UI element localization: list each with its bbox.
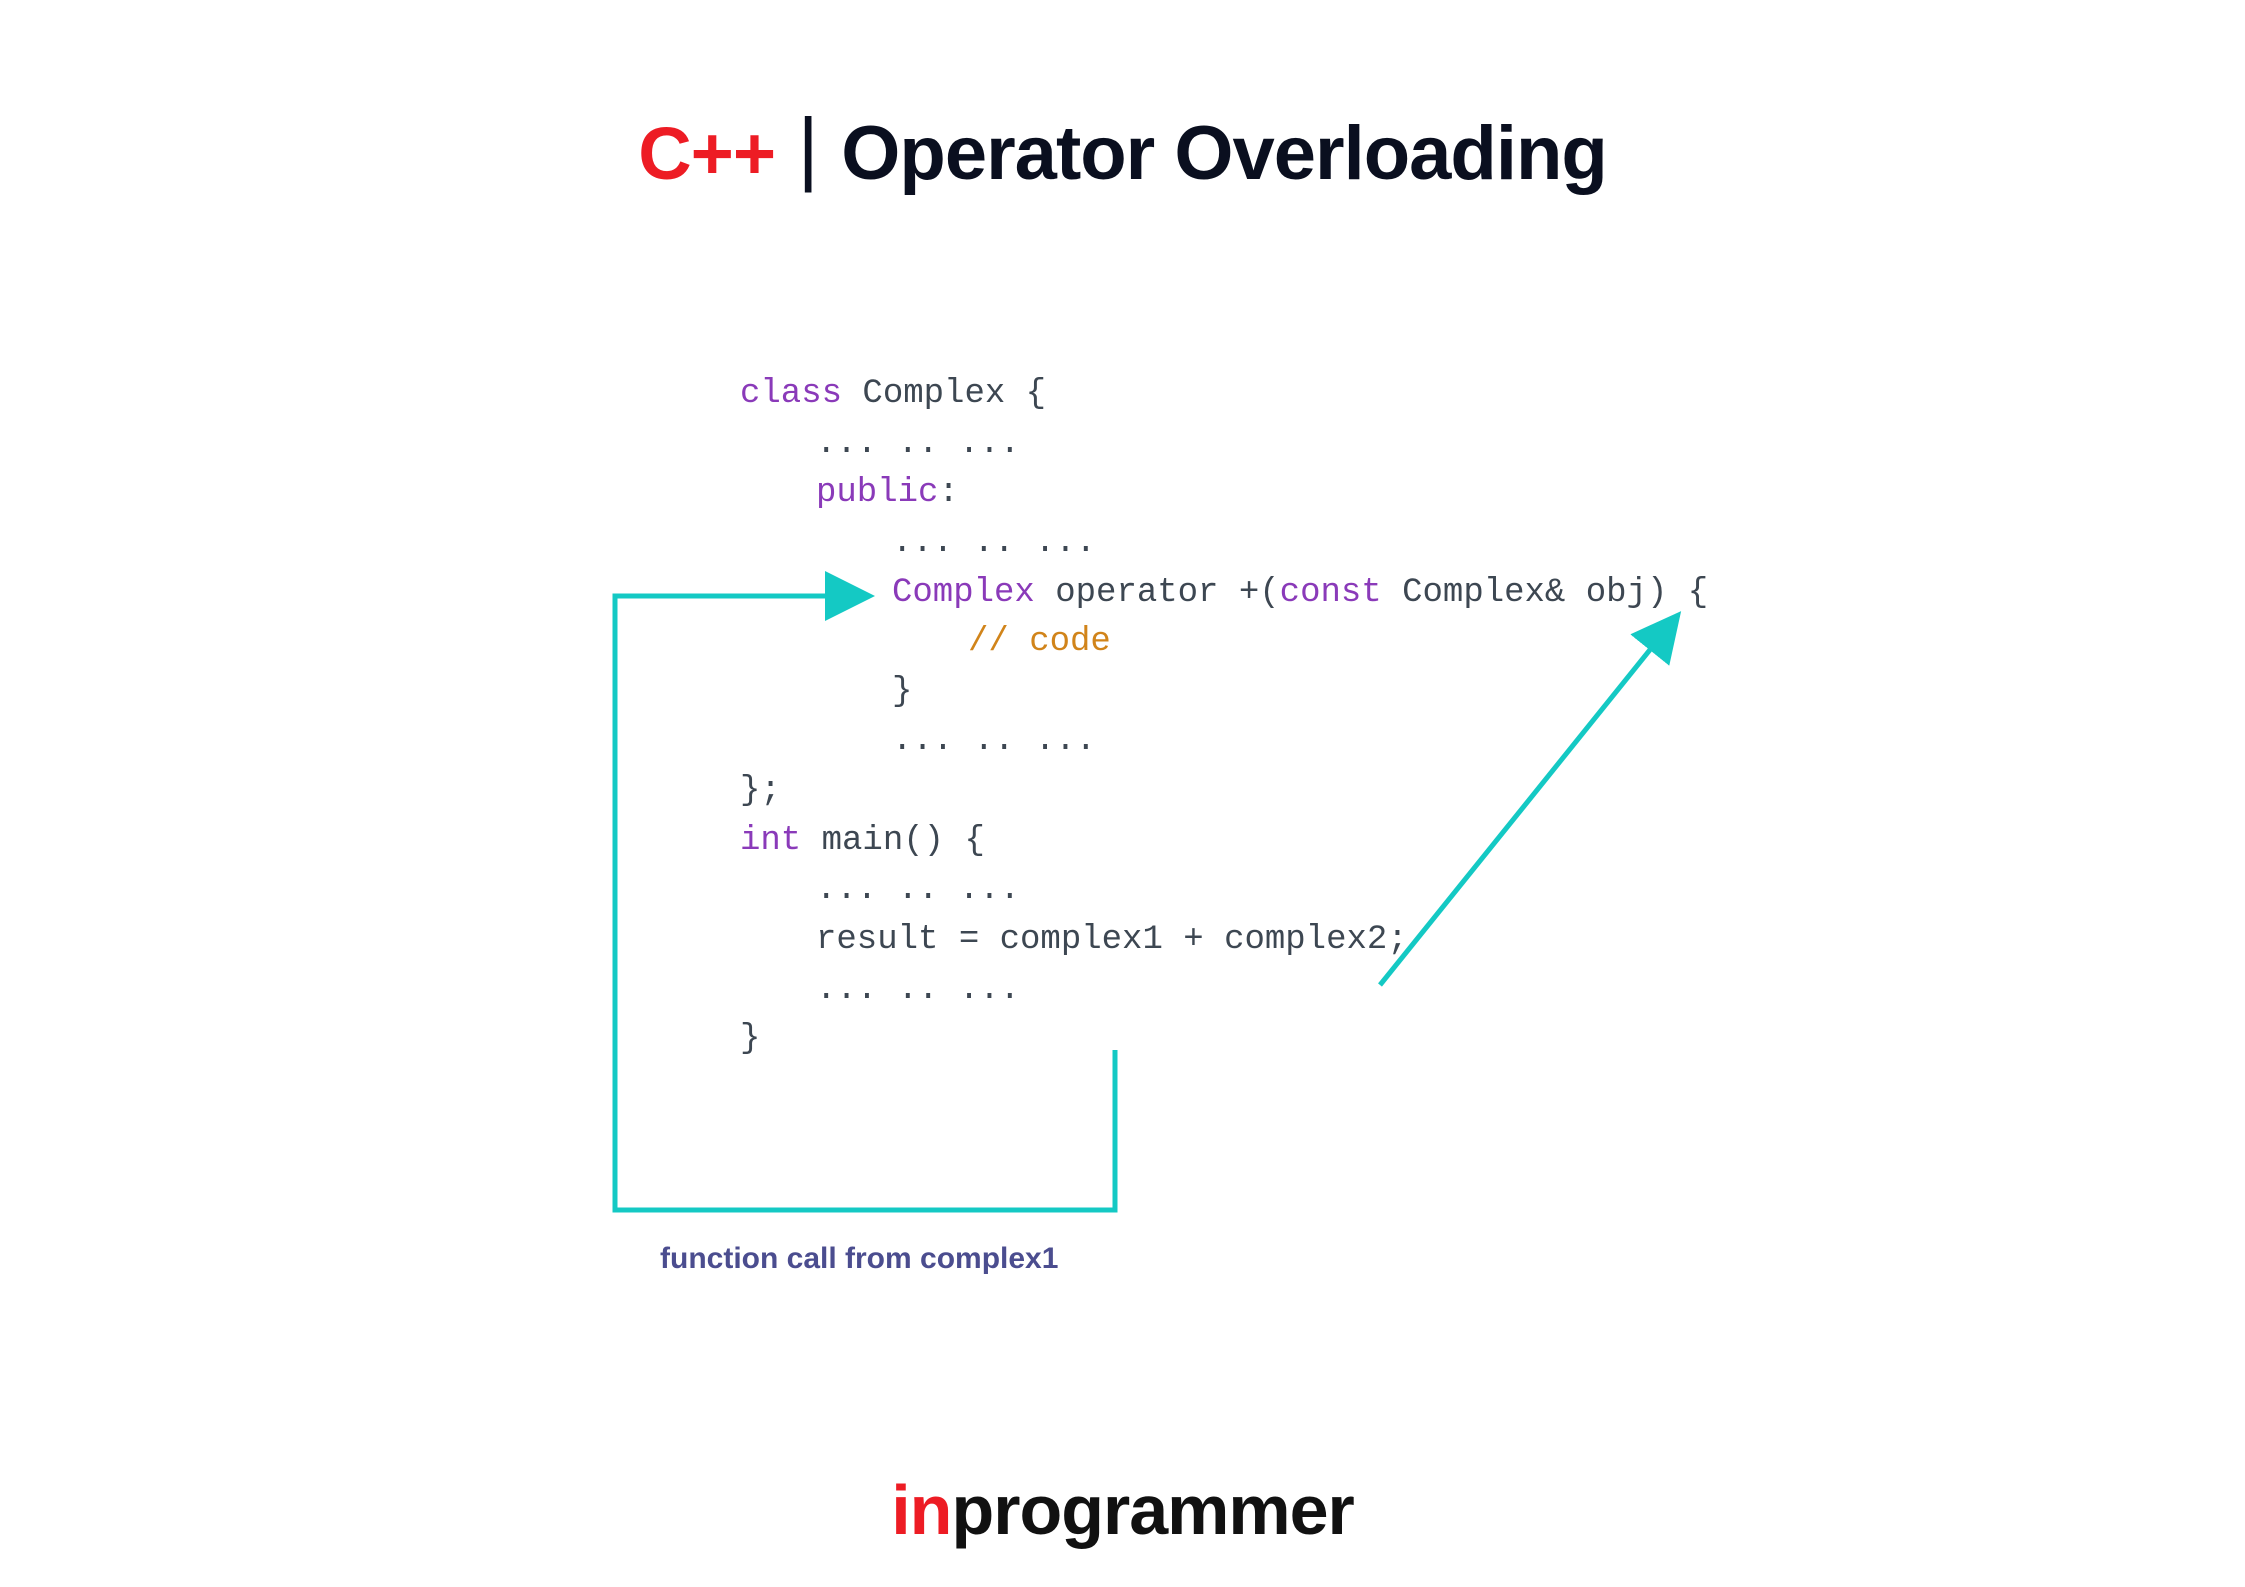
keyword-public: public (816, 474, 938, 512)
arrow-caption: function call from complex1 (660, 1242, 1058, 1276)
code-line-15: } (740, 1015, 1708, 1065)
page-title: C++ | Operator Overloading (0, 105, 2245, 199)
keyword-class: class (740, 375, 842, 413)
param-type: Complex& (1382, 574, 1586, 612)
brand-suffix: programmer (951, 1471, 1353, 1549)
code-line-6: // code (740, 618, 1708, 668)
code-line-5-operator-decl: Complex operator +(const Complex& obj) { (740, 569, 1708, 619)
title-lang: C++ (638, 112, 775, 195)
code-line-7: } (740, 668, 1708, 718)
brand-logo: inprogrammer (0, 1470, 2245, 1550)
code-line-14: ... .. ... (740, 966, 1708, 1016)
keyword-int: int (740, 822, 801, 860)
operator-plus: operator +( (1035, 574, 1280, 612)
param-name: obj) { (1586, 574, 1708, 612)
comment: // code (968, 623, 1111, 661)
code-line-12: ... .. ... (740, 866, 1708, 916)
code-line-11: int main() { (740, 817, 1708, 867)
colon: : (938, 474, 958, 512)
main-decl: main() { (801, 822, 985, 860)
code-line-1: class Complex { (740, 370, 1708, 420)
code-line-9: }; (740, 767, 1708, 817)
code-block: class Complex { ... .. ... public: ... .… (740, 370, 1708, 1065)
brand-prefix: in (891, 1471, 951, 1549)
title-topic: Operator Overloading (841, 111, 1607, 196)
code-line-8: ... .. ... (740, 717, 1708, 767)
class-name: Complex { (842, 375, 1046, 413)
code-line-3: public: (740, 469, 1708, 519)
return-type: Complex (892, 574, 1035, 612)
code-line-2: ... .. ... (740, 420, 1708, 470)
keyword-const: const (1280, 574, 1382, 612)
title-separator: | (798, 102, 819, 193)
code-line-13-call: result = complex1 + complex2; (740, 916, 1708, 966)
code-line-4: ... .. ... (740, 519, 1708, 569)
